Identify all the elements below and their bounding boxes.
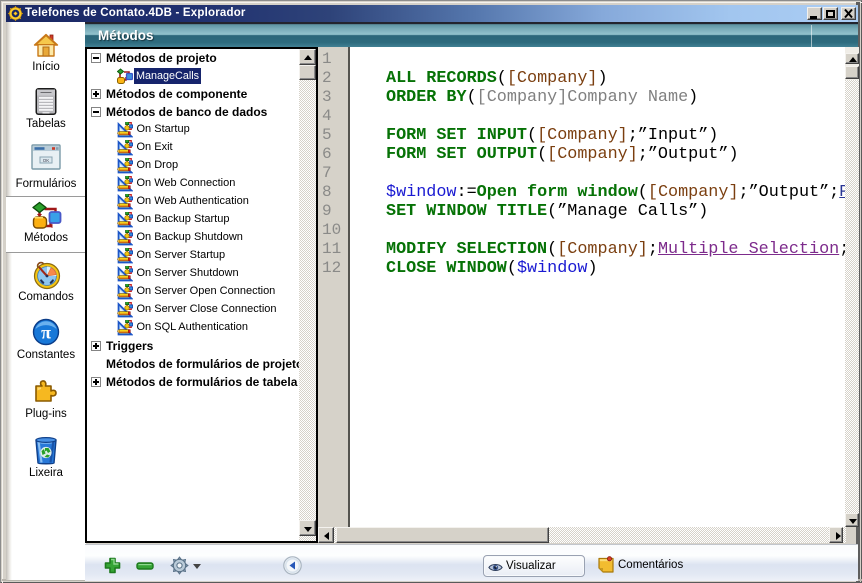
svg-text:π: π: [41, 323, 51, 343]
svg-text:OK: OK: [43, 158, 50, 163]
